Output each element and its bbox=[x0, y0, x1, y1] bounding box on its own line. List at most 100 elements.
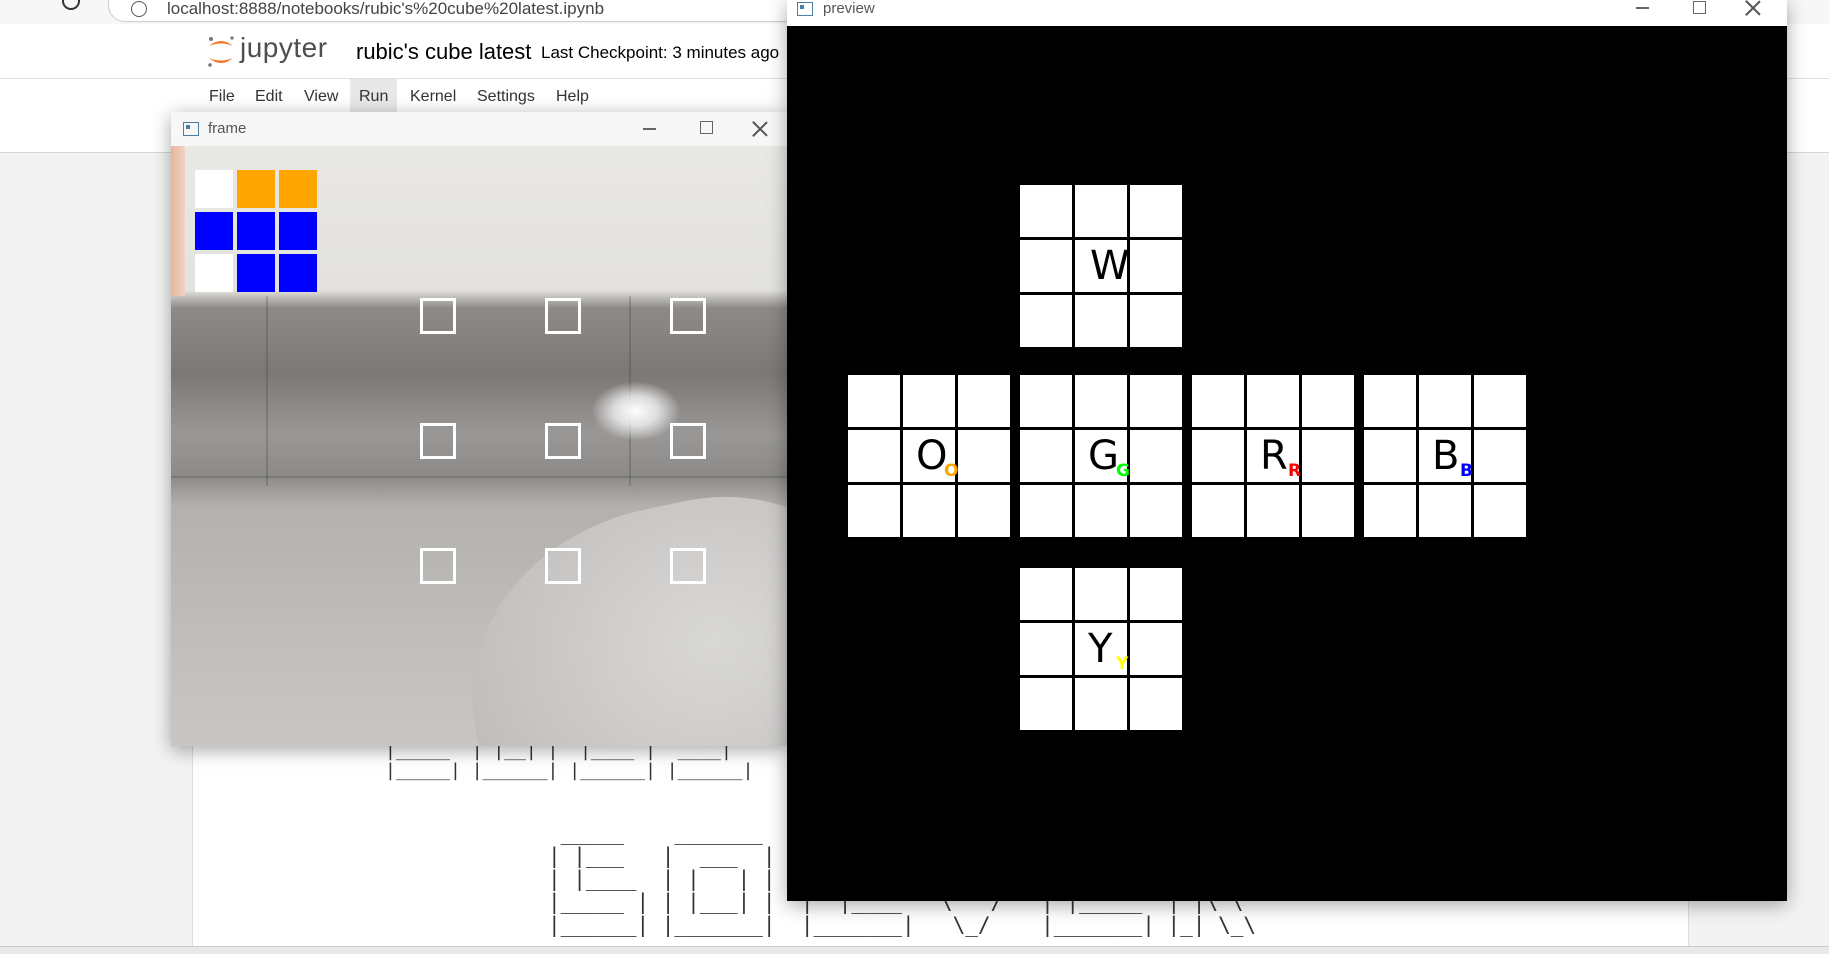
face-cell bbox=[1364, 430, 1416, 482]
face-cell bbox=[848, 430, 900, 482]
minimize-icon[interactable] bbox=[1636, 7, 1649, 9]
menu-run[interactable]: Run bbox=[350, 79, 398, 113]
sticker-orange bbox=[279, 170, 317, 208]
sticker-orange bbox=[237, 170, 275, 208]
sticker-blue bbox=[237, 254, 275, 292]
face-cell bbox=[848, 485, 900, 537]
detection-box bbox=[545, 423, 581, 459]
detection-box bbox=[670, 548, 706, 584]
frame-titlebar[interactable]: frame bbox=[171, 112, 787, 146]
frame-title: frame bbox=[208, 120, 247, 137]
face-detected-color-label: B bbox=[1460, 461, 1473, 481]
menu-edit[interactable]: Edit bbox=[246, 79, 292, 113]
sticker-blue bbox=[195, 212, 233, 250]
person-shoulder bbox=[438, 466, 787, 746]
face-cell bbox=[1075, 295, 1127, 347]
face-cell bbox=[1364, 375, 1416, 427]
face-cell bbox=[1130, 485, 1182, 537]
window-app-icon bbox=[183, 122, 199, 136]
menu-settings[interactable]: Settings bbox=[468, 79, 544, 113]
face-cell bbox=[958, 375, 1010, 427]
tile-grout-line bbox=[171, 476, 787, 478]
ascii-output-line-2: |_____| |______| |______| |______| bbox=[385, 760, 754, 781]
camera-feed-edge bbox=[171, 146, 185, 296]
face-cell bbox=[958, 430, 1010, 482]
face-cell bbox=[1192, 430, 1244, 482]
jupyter-logo-text: jupyter bbox=[240, 32, 328, 63]
face-cell bbox=[1302, 485, 1354, 537]
cube-face-back: BB bbox=[1364, 375, 1530, 541]
face-cell bbox=[1020, 430, 1072, 482]
face-label: Y bbox=[1088, 626, 1113, 672]
face-cell bbox=[1020, 568, 1072, 620]
cube-face-left: OO bbox=[848, 375, 1014, 541]
face-cell bbox=[1020, 623, 1072, 675]
face-detected-color-label: R bbox=[1288, 461, 1302, 481]
address-bar[interactable]: localhost:8888/notebooks/rubic's%20cube%… bbox=[108, 0, 800, 22]
reload-icon[interactable] bbox=[62, 0, 80, 10]
face-cell bbox=[903, 485, 955, 537]
face-cell bbox=[1020, 375, 1072, 427]
face-detected-color-label: Y bbox=[1116, 654, 1129, 674]
sticker-white bbox=[195, 170, 233, 208]
frame-window[interactable]: frame bbox=[171, 112, 787, 746]
menu-file[interactable]: File bbox=[200, 79, 244, 113]
face-detected-color-label: O bbox=[944, 461, 959, 481]
preview-title: preview bbox=[823, 0, 875, 17]
tile-grout-line bbox=[266, 296, 268, 486]
face-cell bbox=[1474, 375, 1526, 427]
face-cell bbox=[1130, 623, 1182, 675]
window-app-icon bbox=[797, 2, 813, 16]
face-cell bbox=[1075, 485, 1127, 537]
face-cell bbox=[1130, 430, 1182, 482]
face-label: G bbox=[1088, 433, 1119, 479]
face-cell bbox=[1075, 678, 1127, 730]
light-reflection bbox=[591, 381, 681, 441]
face-cell bbox=[1020, 678, 1072, 730]
detection-box bbox=[420, 423, 456, 459]
site-info-icon[interactable] bbox=[131, 1, 147, 17]
face-cell bbox=[1419, 375, 1471, 427]
face-cell bbox=[1075, 568, 1127, 620]
face-cell bbox=[1364, 485, 1416, 537]
menu-help[interactable]: Help bbox=[547, 79, 598, 113]
notebook-title[interactable]: rubic's cube latest bbox=[356, 39, 531, 65]
minimize-icon[interactable] bbox=[643, 128, 656, 130]
face-cell bbox=[1247, 375, 1299, 427]
cube-face-down: YY bbox=[1020, 568, 1186, 734]
sticker-blue bbox=[279, 212, 317, 250]
face-cell bbox=[1302, 430, 1354, 482]
face-cell bbox=[958, 485, 1010, 537]
face-cell bbox=[1192, 375, 1244, 427]
face-cell bbox=[1020, 185, 1072, 237]
face-cell bbox=[1302, 375, 1354, 427]
face-cell bbox=[1020, 240, 1072, 292]
cube-face-right: RR bbox=[1192, 375, 1358, 541]
close-icon[interactable] bbox=[752, 121, 768, 137]
preview-titlebar[interactable]: preview bbox=[787, 0, 1787, 26]
face-cell bbox=[1130, 678, 1182, 730]
face-cell bbox=[1020, 295, 1072, 347]
camera-feed bbox=[171, 146, 787, 746]
maximize-icon[interactable] bbox=[1693, 1, 1706, 14]
menu-kernel[interactable]: Kernel bbox=[401, 79, 465, 113]
face-detected-color-label: G bbox=[1116, 461, 1130, 481]
menu-view[interactable]: View bbox=[295, 79, 347, 113]
checkpoint-status: Last Checkpoint: 3 minutes ago bbox=[541, 43, 780, 62]
preview-window[interactable]: preview WOOGGRRBBYY bbox=[787, 0, 1787, 901]
face-cell bbox=[1020, 485, 1072, 537]
maximize-icon[interactable] bbox=[700, 121, 713, 134]
detection-box bbox=[670, 298, 706, 334]
detection-box bbox=[420, 298, 456, 334]
face-label: W bbox=[1090, 243, 1130, 289]
face-cell bbox=[1130, 240, 1182, 292]
face-cell bbox=[1474, 485, 1526, 537]
detection-box bbox=[670, 423, 706, 459]
face-label: R bbox=[1260, 433, 1288, 479]
sticker-blue bbox=[237, 212, 275, 250]
face-cell bbox=[1075, 375, 1127, 427]
sticker-blue bbox=[279, 254, 317, 292]
jupyter-logo-icon[interactable] bbox=[205, 34, 237, 70]
detection-box bbox=[545, 548, 581, 584]
close-icon[interactable] bbox=[1745, 0, 1761, 16]
